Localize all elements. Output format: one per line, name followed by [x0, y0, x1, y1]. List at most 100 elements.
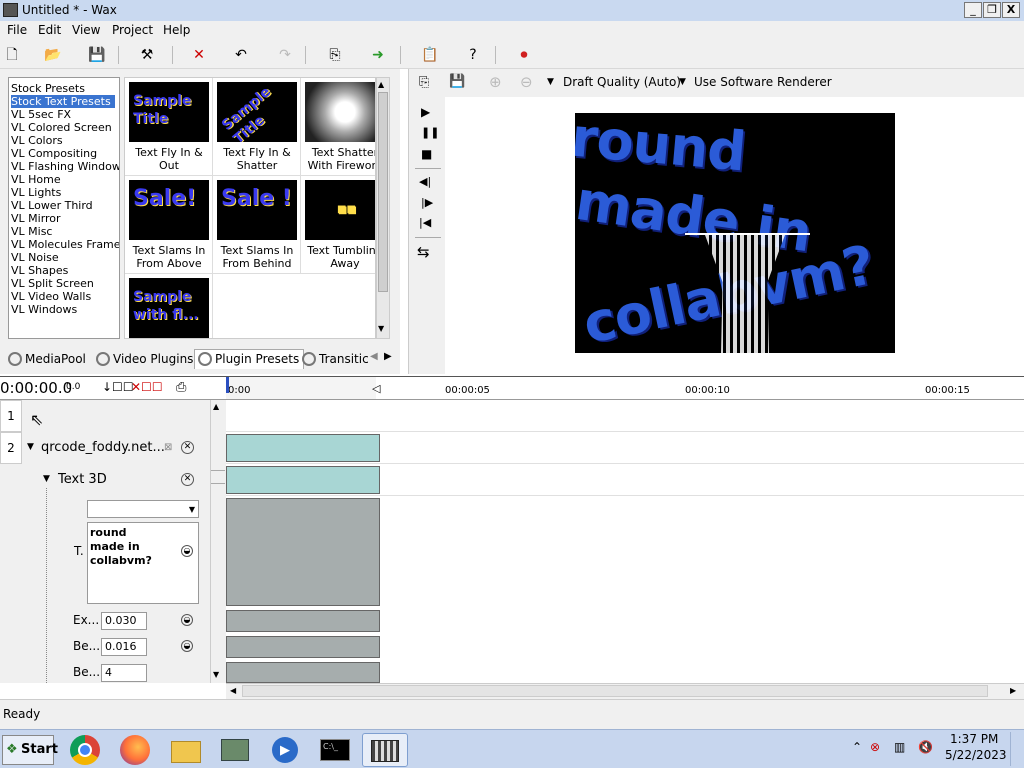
- open-folder-icon[interactable]: 📂: [43, 45, 63, 65]
- preset-category-item[interactable]: VL Lower Third: [11, 199, 93, 212]
- preset-category-item[interactable]: VL Flashing Windows: [11, 160, 119, 173]
- save-frame-icon[interactable]: 💾: [449, 74, 465, 89]
- preset-category-item[interactable]: VL Compositing: [11, 147, 97, 160]
- text-param-block[interactable]: [226, 498, 380, 606]
- menu-project[interactable]: Project: [112, 23, 153, 37]
- bevel-steps-block[interactable]: [226, 662, 380, 683]
- preset-category-item[interactable]: VL Noise: [11, 251, 59, 264]
- render-arrow-icon[interactable]: ➜: [368, 45, 388, 65]
- preset-thumbnail[interactable]: Sale! Text Slams In From Above: [125, 176, 213, 274]
- clock-time[interactable]: 1:37 PM: [950, 732, 998, 746]
- font-dropdown[interactable]: ▼: [87, 500, 199, 518]
- menu-file[interactable]: File: [7, 23, 27, 37]
- preset-category-item[interactable]: VL Colors: [11, 134, 63, 147]
- extrusion-block[interactable]: [226, 610, 380, 632]
- preset-category-item[interactable]: VL Molecules Frame: [11, 238, 119, 251]
- new-file-icon[interactable]: 🗋: [2, 45, 22, 65]
- preset-category-item[interactable]: VL Shapes: [11, 264, 68, 277]
- pause-icon[interactable]: ❚❚: [421, 126, 439, 139]
- extrusion-input[interactable]: 0.030: [101, 612, 147, 630]
- add-track-icon[interactable]: ↓☐☐: [102, 380, 134, 394]
- effect-block[interactable]: [226, 466, 380, 494]
- renderer-dropdown-icon[interactable]: ▼: [679, 77, 686, 87]
- wax-taskbar-button[interactable]: [362, 733, 408, 767]
- extrusion-lock-icon[interactable]: ◒: [181, 614, 193, 626]
- effect-lane[interactable]: [226, 464, 1024, 496]
- copy-icon[interactable]: ⎘: [419, 75, 429, 90]
- maximize-button[interactable]: ❐: [983, 2, 1001, 18]
- menu-edit[interactable]: Edit: [38, 23, 61, 37]
- preset-category-item[interactable]: VL Colored Screen: [11, 121, 112, 134]
- preset-category-item[interactable]: VL Mirror: [11, 212, 61, 225]
- prev-frame-icon[interactable]: ◀|: [419, 175, 431, 188]
- preset-thumbnail[interactable]: Sale ! Text Slams In From Behind: [213, 176, 301, 274]
- zoom-out-icon[interactable]: ⊖: [520, 73, 533, 91]
- vscroll-down-icon[interactable]: ▼: [213, 670, 219, 679]
- tab-scroll-right-icon[interactable]: ▶: [384, 351, 392, 362]
- clip-block[interactable]: [226, 434, 380, 462]
- close-button[interactable]: X: [1002, 2, 1020, 18]
- tab-plugin-presets[interactable]: Plugin Presets: [194, 349, 305, 369]
- loop-icon[interactable]: ⇆: [417, 243, 430, 261]
- renderer-dropdown[interactable]: Use Software Renderer: [694, 75, 832, 89]
- tab-scroll-left-icon[interactable]: ◀: [370, 351, 378, 362]
- preset-category-item[interactable]: VL Windows: [11, 303, 77, 316]
- timeline-hscrollbar[interactable]: ◀ ▶: [226, 683, 1024, 699]
- preview-screen[interactable]: round made in collabvm?: [575, 113, 895, 353]
- show-desktop-button[interactable]: [1010, 732, 1022, 766]
- edit-track-icon[interactable]: ⎙: [176, 380, 186, 395]
- hscroll-right-icon[interactable]: ▶: [1010, 686, 1016, 695]
- hscroll-thumb[interactable]: [242, 685, 988, 697]
- next-frame-icon[interactable]: |▶: [421, 196, 433, 209]
- menu-view[interactable]: View: [72, 23, 100, 37]
- go-start-icon[interactable]: |◀: [419, 216, 431, 229]
- remove-effect-icon[interactable]: ✕: [181, 473, 194, 486]
- bevel-steps-input[interactable]: 4: [101, 664, 147, 682]
- stop-icon[interactable]: ■: [421, 147, 432, 161]
- help-icon[interactable]: ?: [463, 45, 483, 65]
- export-icon[interactable]: ⎘: [325, 45, 345, 65]
- chrome-icon[interactable]: [66, 733, 104, 767]
- firefox-icon[interactable]: [116, 733, 154, 767]
- command-prompt-icon[interactable]: C:\_: [316, 733, 354, 767]
- play-icon[interactable]: ▶: [421, 105, 430, 119]
- track-2-lane[interactable]: [226, 432, 1024, 464]
- timeline-area[interactable]: [226, 400, 1024, 683]
- hscroll-left-icon[interactable]: ◀: [230, 686, 236, 695]
- remove-clip-icon[interactable]: ✕: [181, 441, 194, 454]
- preset-category-item[interactable]: Stock Text Presets: [11, 95, 115, 108]
- preset-category-item[interactable]: VL 5sec FX: [11, 108, 71, 121]
- preset-thumbnail[interactable]: ■■ Text Tumbling Away: [301, 176, 375, 274]
- zoom-in-icon[interactable]: ⊕: [489, 73, 502, 91]
- remove-track-icon[interactable]: ✕☐☐: [131, 380, 163, 394]
- preset-category-item[interactable]: VL Split Screen: [11, 277, 94, 290]
- volume-muted-icon[interactable]: 🔇: [918, 740, 933, 754]
- clock-date[interactable]: 5/22/2023: [945, 748, 1007, 762]
- scroll-thumb[interactable]: [378, 92, 388, 292]
- record-icon[interactable]: ⏺: [514, 45, 534, 65]
- file-explorer-icon[interactable]: [166, 733, 204, 767]
- preset-category-list[interactable]: Stock Presets Stock Text Presets VL 5sec F…: [8, 77, 120, 339]
- preset-thumbnail[interactable]: Sample with fl...: [125, 274, 213, 338]
- save-icon[interactable]: 💾: [87, 45, 107, 65]
- expand-effect-icon[interactable]: ▼: [43, 474, 50, 484]
- redo-icon[interactable]: ↷: [275, 45, 295, 65]
- scroll-down-icon[interactable]: ▼: [378, 324, 384, 333]
- preset-thumbnail[interactable]: Text Shatter With Firework: [301, 78, 375, 176]
- bevel-lock-icon[interactable]: ◒: [181, 640, 193, 652]
- mute-clip-icon[interactable]: ⊠: [164, 442, 172, 453]
- clip-name[interactable]: qrcode_foddy.net...: [41, 440, 165, 455]
- tab-mediapool[interactable]: MediaPool: [4, 349, 91, 369]
- delete-icon[interactable]: ✕: [189, 45, 209, 65]
- undo-icon[interactable]: ↶: [231, 45, 251, 65]
- preset-category-item[interactable]: Stock Presets: [11, 82, 85, 95]
- tray-expand-icon[interactable]: ⌃: [852, 740, 862, 754]
- minimize-button[interactable]: _: [964, 2, 982, 18]
- tab-video-plugins[interactable]: Video Plugins: [92, 349, 198, 369]
- playhead[interactable]: [226, 377, 229, 393]
- timeline-vscrollbar[interactable]: ▲ ▼: [210, 400, 226, 683]
- preset-category-item[interactable]: VL Video Walls: [11, 290, 91, 303]
- vscroll-grip[interactable]: [211, 470, 225, 484]
- network-status-icon[interactable]: ⊗: [870, 740, 880, 754]
- quality-dropdown[interactable]: Draft Quality (Auto): [563, 75, 681, 89]
